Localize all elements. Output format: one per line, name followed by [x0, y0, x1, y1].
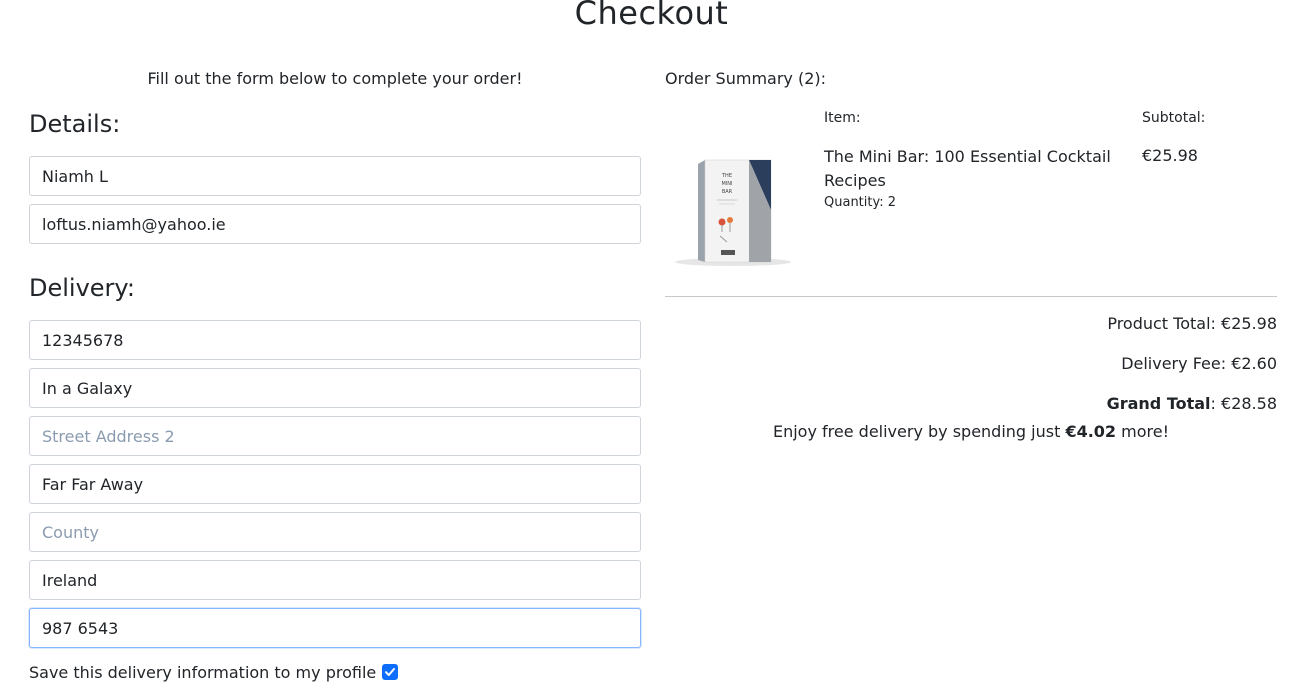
email-input[interactable]: [29, 204, 641, 244]
product-total-label: Product Total:: [1107, 314, 1216, 333]
item-name: The Mini Bar: 100 Essential Cocktail Rec…: [824, 147, 1111, 190]
delivery-heading: Delivery:: [29, 274, 135, 302]
postcode-input[interactable]: [29, 464, 641, 504]
free-delivery-amount: €4.02: [1065, 422, 1117, 441]
cover-title-line-2: MINI: [721, 181, 732, 187]
product-total-row: Product Total: €25.98: [665, 314, 1277, 333]
save-info-row[interactable]: Save this delivery information to my pro…: [29, 662, 399, 682]
summary-divider: [665, 296, 1277, 297]
order-summary: Order Summary (2): Item: Subtotal: THE M…: [665, 0, 1277, 698]
grand-total-label: Grand Total: [1106, 394, 1211, 413]
checkout-page: Checkout Fill out the form below to comp…: [0, 0, 1291, 698]
county-input[interactable]: [29, 512, 641, 552]
grand-total-value: €28.58: [1221, 394, 1277, 413]
product-total-value: €25.98: [1221, 314, 1277, 333]
country-input[interactable]: [29, 560, 641, 600]
item-quantity: Quantity: 2: [824, 195, 897, 210]
product-image: THE MINI BAR: [665, 150, 795, 270]
item-subtotal: €25.98: [1142, 146, 1198, 165]
details-heading: Details:: [29, 110, 121, 138]
book-cover-icon: THE MINI BAR: [675, 159, 791, 266]
item-column-header: Item:: [824, 110, 861, 126]
cover-title-line-1: THE: [721, 173, 732, 179]
free-delivery-note: Enjoy free delivery by spending just €4.…: [665, 422, 1277, 441]
street-address-1-input[interactable]: [29, 320, 641, 360]
order-summary-title: Order Summary (2):: [665, 69, 827, 88]
checkmark-icon: [385, 668, 396, 676]
town-input[interactable]: [29, 368, 641, 408]
delivery-fee-row: Delivery Fee: €2.60: [665, 354, 1277, 373]
form-intro: Fill out the form below to complete your…: [147, 69, 523, 88]
free-delivery-prefix: Enjoy free delivery by spending just: [772, 422, 1061, 441]
delivery-fee-label: Delivery Fee:: [1121, 354, 1227, 373]
cover-title-line-3: BAR: [722, 189, 733, 195]
street-address-2-input[interactable]: [29, 416, 641, 456]
subtotal-column-header: Subtotal:: [1142, 110, 1206, 126]
save-info-label: Save this delivery information to my pro…: [29, 662, 377, 682]
phone-input[interactable]: [29, 608, 641, 648]
grand-total-row: Grand Total: €28.58: [1106, 394, 1277, 413]
free-delivery-suffix: more!: [1121, 422, 1170, 441]
save-info-checkbox[interactable]: [382, 664, 399, 680]
delivery-fee-value: €2.60: [1231, 354, 1277, 373]
full-name-input[interactable]: [29, 156, 641, 196]
